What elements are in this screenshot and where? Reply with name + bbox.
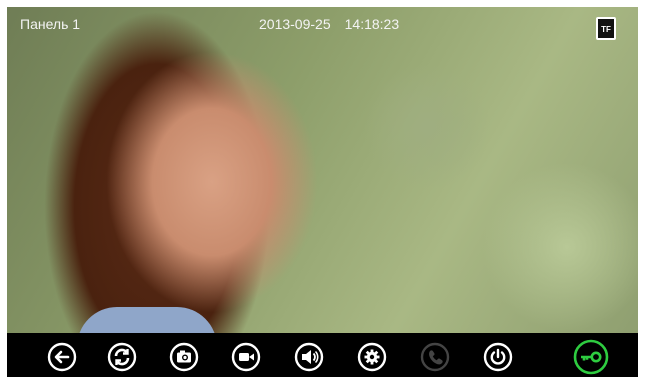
panel-label: Панель 1 xyxy=(20,16,81,32)
video-feed-detail xyxy=(77,307,217,333)
power-icon xyxy=(483,342,513,372)
camera-video-feed: Панель 1 2013-09-25 14:18:23 TF xyxy=(7,7,638,333)
sd-card-icon: TF xyxy=(596,17,616,40)
talk-button[interactable] xyxy=(294,342,324,372)
switch-camera-button[interactable] xyxy=(107,342,137,372)
sd-card-label: TF xyxy=(601,25,611,34)
toolbar xyxy=(7,333,638,377)
phone-icon xyxy=(420,342,450,372)
video-camera-icon xyxy=(231,342,261,372)
time-text: 14:18:23 xyxy=(344,16,400,32)
back-button[interactable] xyxy=(47,342,77,372)
datetime: 2013-09-25 14:18:23 xyxy=(259,16,399,32)
status-bar: Панель 1 2013-09-25 14:18:23 TF xyxy=(7,7,638,40)
key-icon xyxy=(573,339,609,375)
record-video-button[interactable] xyxy=(231,342,261,372)
date-text: 2013-09-25 xyxy=(259,16,331,32)
refresh-icon xyxy=(107,342,137,372)
intercom-screen: Панель 1 2013-09-25 14:18:23 TF xyxy=(7,7,638,377)
gear-icon xyxy=(357,342,387,372)
speaker-icon xyxy=(294,342,324,372)
camera-icon xyxy=(169,342,199,372)
back-arrow-icon xyxy=(47,342,77,372)
power-button[interactable] xyxy=(483,342,513,372)
call-button[interactable] xyxy=(420,342,450,372)
snapshot-button[interactable] xyxy=(169,342,199,372)
unlock-button[interactable] xyxy=(572,339,610,375)
settings-button[interactable] xyxy=(357,342,387,372)
